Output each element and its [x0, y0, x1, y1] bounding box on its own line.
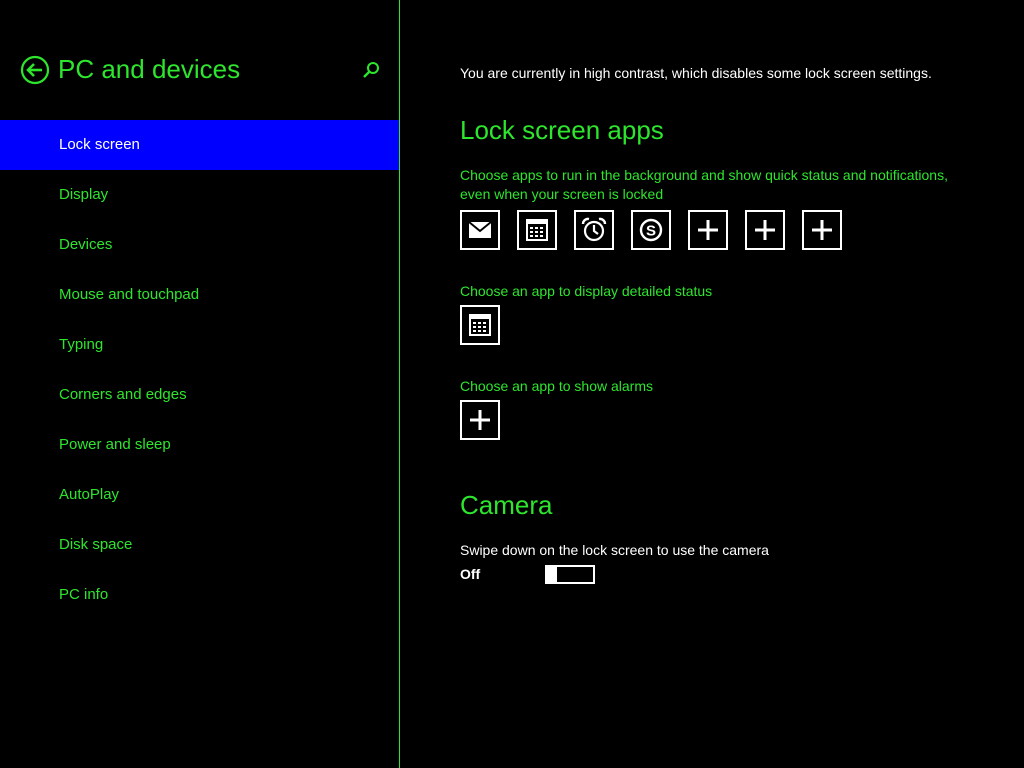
alarm-clock-icon	[581, 217, 607, 242]
lock-app-mail-button[interactable]	[460, 210, 500, 250]
camera-toggle-state: Off	[460, 566, 481, 582]
description-line: even when your screen is locked	[460, 186, 664, 202]
camera-toggle[interactable]	[545, 565, 595, 584]
lock-screen-apps-heading: Lock screen apps	[460, 115, 664, 145]
add-icon	[812, 220, 832, 240]
sidebar-item-power-and-sleep[interactable]: Power and sleep	[0, 420, 399, 470]
add-icon	[698, 220, 718, 240]
sidebar-nav: Lock screen Display Devices Mouse and to…	[0, 120, 399, 620]
svg-text:S: S	[646, 223, 656, 240]
toggle-thumb	[547, 567, 557, 582]
sidebar-item-display[interactable]: Display	[0, 170, 399, 220]
calendar-icon	[469, 314, 491, 336]
search-icon	[363, 62, 379, 78]
sidebar-item-corners-and-edges[interactable]: Corners and edges	[0, 370, 399, 420]
page-title: PC and devices	[58, 54, 241, 84]
lock-app-add-button[interactable]	[745, 210, 785, 250]
back-button[interactable]	[20, 55, 50, 85]
sidebar: PC and devices Lock screen Display Devic…	[0, 0, 400, 768]
add-icon	[755, 220, 775, 240]
calendar-icon	[526, 219, 548, 241]
sidebar-item-lock-screen[interactable]: Lock screen	[0, 120, 399, 170]
sidebar-item-disk-space[interactable]: Disk space	[0, 520, 399, 570]
main-content: You are currently in high contrast, whic…	[460, 0, 1000, 768]
back-arrow-icon	[20, 55, 50, 85]
sidebar-item-typing[interactable]: Typing	[0, 320, 399, 370]
camera-heading: Camera	[460, 490, 553, 520]
camera-description: Swipe down on the lock screen to use the…	[460, 542, 769, 558]
search-button[interactable]	[361, 60, 381, 80]
alarms-label: Choose an app to show alarms	[460, 378, 653, 394]
sidebar-item-mouse-and-touchpad[interactable]: Mouse and touchpad	[0, 270, 399, 320]
sidebar-item-pc-info[interactable]: PC info	[0, 570, 399, 620]
mail-icon	[468, 221, 492, 238]
description-line: Choose apps to run in the background and…	[460, 167, 948, 183]
sidebar-item-devices[interactable]: Devices	[0, 220, 399, 270]
lock-app-calendar-button[interactable]	[517, 210, 557, 250]
lock-app-skype-button[interactable]: S	[631, 210, 671, 250]
detailed-status-app-button[interactable]	[460, 305, 500, 345]
lock-app-alarms-button[interactable]	[574, 210, 614, 250]
lock-app-add-button[interactable]	[688, 210, 728, 250]
lock-app-add-button[interactable]	[802, 210, 842, 250]
alarms-app-add-button[interactable]	[460, 400, 500, 440]
detailed-status-label: Choose an app to display detailed status	[460, 283, 713, 299]
sidebar-item-autoplay[interactable]: AutoPlay	[0, 470, 399, 520]
high-contrast-notice: You are currently in high contrast, whic…	[460, 65, 932, 81]
add-icon	[470, 410, 490, 430]
skype-icon: S	[639, 218, 663, 242]
lock-screen-apps-description: Choose apps to run in the background and…	[460, 166, 948, 204]
